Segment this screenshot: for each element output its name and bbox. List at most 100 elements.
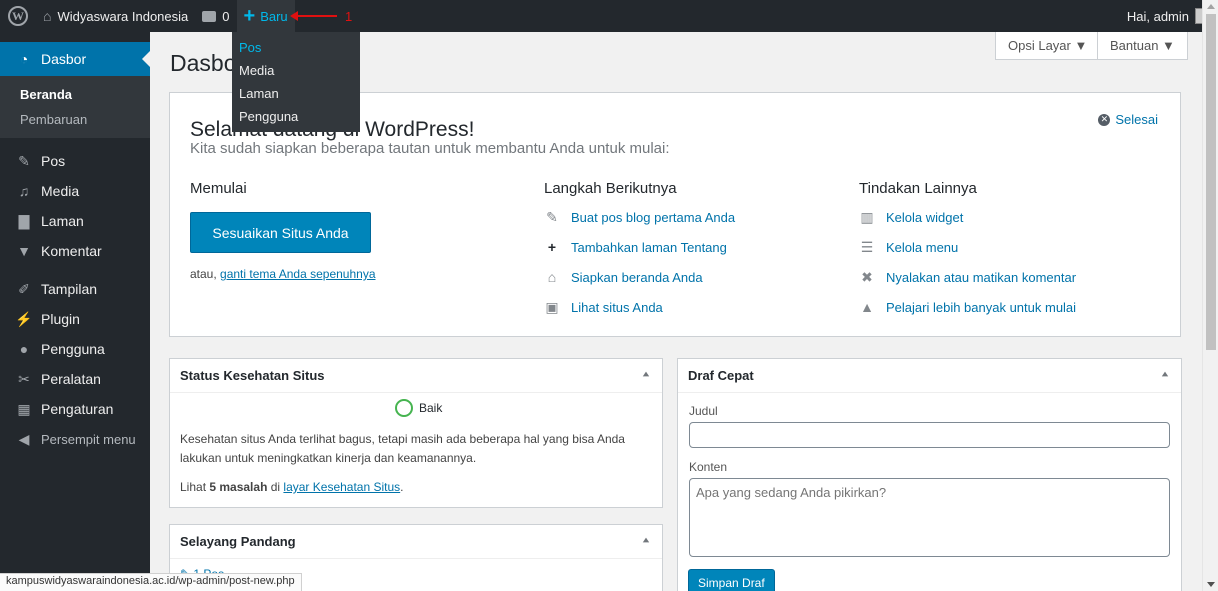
sidebar-item-dashboard[interactable]: ◔ Dasbor (0, 42, 150, 76)
view-site-link[interactable]: ▣ Lihat situs Anda (544, 299, 662, 316)
add-about-page-link[interactable]: + Tambahkan laman Tentang (544, 239, 727, 255)
help-button[interactable]: Bantuan ▼ (1097, 32, 1188, 60)
collapse-toggle-icon[interactable] (1161, 371, 1169, 377)
save-draft-button[interactable]: Simpan Draf (688, 569, 775, 591)
widget-title: Status Kesehatan Situs (180, 368, 325, 383)
sidebar-item-appearance[interactable]: ✐ Tampilan (0, 274, 150, 304)
sidebar-item-label: Tampilan (41, 281, 98, 297)
widgets-icon: ▥ (860, 209, 874, 225)
sidebar-item-label: Komentar (41, 243, 102, 259)
collapse-menu-label: Persempit menu (41, 431, 136, 447)
user-icon: ● (19, 341, 29, 357)
sidebar-item-settings[interactable]: ▦ Pengaturan (0, 394, 150, 424)
manage-widgets-link[interactable]: ▥ Kelola widget (859, 209, 963, 226)
submenu-home[interactable]: Beranda (0, 82, 150, 107)
draft-title-input[interactable] (689, 422, 1170, 448)
collapse-arrow-icon: ◀ (18, 430, 30, 447)
comments-menu[interactable]: 0 (195, 0, 236, 32)
comments-toggle-icon: ✖ (861, 269, 873, 285)
greeting: Hai, admin (1126, 8, 1189, 24)
sidebar-item-media[interactable]: ♫ Media (0, 176, 150, 206)
page-scrollbar[interactable] (1202, 0, 1218, 591)
comment-icon: ▼ (17, 243, 31, 259)
health-issues-text: Lihat 5 masalah di layar Kesehatan Situs… (180, 480, 404, 494)
new-content-label: Baru (260, 8, 288, 24)
sidebar-item-users[interactable]: ● Pengguna (0, 334, 150, 364)
learn-icon: ▲ (860, 299, 874, 315)
collapse-toggle-icon[interactable] (642, 371, 650, 377)
customize-site-button[interactable]: Sesuaikan Situs Anda (190, 212, 371, 253)
site-name-menu[interactable]: ⌂ Widyaswara Indonesia (36, 0, 195, 32)
settings-icon: ▦ (17, 400, 31, 417)
change-theme-link[interactable]: ganti tema Anda sepenuhnya (220, 267, 375, 281)
new-user-menu-item[interactable]: Pengguna (232, 105, 360, 128)
edit-icon: ✎ (546, 209, 558, 225)
collapse-toggle-icon[interactable] (642, 537, 650, 543)
new-page-menu-item[interactable]: Laman (232, 82, 360, 105)
change-theme-text: atau, ganti tema Anda sepenuhnya (190, 267, 376, 281)
sidebar-item-comments[interactable]: ▼ Komentar (0, 236, 150, 266)
setup-homepage-link[interactable]: ⌂ Siapkan beranda Anda (544, 269, 703, 285)
sidebar-item-label: Pos (41, 153, 66, 169)
comment-bubble-icon (202, 10, 217, 22)
dashboard-icon: ◔ (19, 51, 29, 67)
write-post-link[interactable]: ✎ Buat pos blog pertama Anda (544, 209, 735, 226)
submenu-updates[interactable]: Pembaruan (0, 107, 150, 132)
quick-draft-widget: Draf Cepat Judul Konten Simpan Draf (677, 358, 1182, 591)
view-site-icon: ▣ (545, 299, 559, 315)
next-steps-heading: Langkah Berikutnya (544, 180, 677, 197)
widget-header[interactable]: Selayang Pandang (170, 525, 662, 559)
site-name: Widyaswara Indonesia (57, 8, 189, 24)
title-label: Judul (689, 404, 718, 418)
manage-menus-link[interactable]: ☰ Kelola menu (859, 239, 959, 256)
health-status-label: Baik (419, 401, 443, 415)
sidebar-item-label: Media (41, 183, 80, 199)
sidebar-item-label: Plugin (41, 311, 80, 327)
annotation-number-1: 1 (345, 9, 353, 24)
get-started-heading: Memulai (190, 180, 247, 197)
scroll-up-arrow-icon[interactable] (1207, 4, 1215, 9)
site-health-link[interactable]: layar Kesehatan Situs (283, 480, 400, 494)
wordpress-logo-menu[interactable]: W (0, 0, 36, 32)
scrollbar-thumb[interactable] (1206, 14, 1216, 350)
collapse-menu-button[interactable]: ◀ Persempit menu (0, 424, 150, 454)
sidebar-item-label: Pengaturan (41, 401, 114, 417)
browser-status-url: kampuswidyaswaraindonesia.ac.id/wp-admin… (0, 573, 302, 591)
home-icon: ⌂ (547, 269, 557, 285)
learn-more-link[interactable]: ▲ Pelajari lebih banyak untuk mulai (859, 299, 1076, 315)
sidebar-item-plugins[interactable]: ⚡ Plugin (0, 304, 150, 334)
health-description: Kesehatan situs Anda terlihat bagus, tet… (180, 432, 625, 465)
plus-icon: + (243, 5, 256, 27)
health-status-circle-icon (395, 399, 413, 417)
widget-header[interactable]: Status Kesehatan Situs (170, 359, 662, 393)
new-post-menu-item[interactable]: Pos (232, 36, 360, 59)
media-icon: ♫ (18, 183, 30, 199)
sidebar-item-tools[interactable]: ✂ Peralatan (0, 364, 150, 394)
menu-icon: ☰ (860, 239, 874, 255)
sidebar-item-label: Dasbor (41, 51, 87, 67)
scroll-down-arrow-icon[interactable] (1207, 582, 1215, 587)
sidebar-item-pages[interactable]: ▇ Laman (0, 206, 150, 236)
toggle-comments-link[interactable]: ✖ Nyalakan atau matikan komentar (859, 269, 1076, 286)
plus-icon: + (547, 239, 557, 255)
admin-sidebar: ◔ Dasbor Beranda Pembaruan ✎ Pos ♫ Media ▇… (0, 32, 150, 591)
plugin-icon: ⚡ (15, 310, 33, 327)
widget-header[interactable]: Draf Cepat (678, 359, 1181, 393)
dismiss-welcome-link[interactable]: ✕ Selesai (1098, 112, 1158, 127)
screen-options-button[interactable]: Opsi Layar ▼ (995, 32, 1101, 60)
wordpress-logo-icon: W (8, 6, 28, 26)
admin-bar: W ⌂ Widyaswara Indonesia 0 + Baru Hai, a… (0, 0, 1218, 32)
brush-icon: ✐ (18, 280, 30, 297)
page-icon: ▇ (18, 212, 30, 229)
sidebar-item-label: Pengguna (41, 341, 105, 357)
sidebar-item-label: Peralatan (41, 371, 101, 387)
new-media-menu-item[interactable]: Media (232, 59, 360, 82)
site-health-widget: Status Kesehatan Situs Baik Kesehatan si… (169, 358, 663, 508)
pin-icon: ✎ (18, 152, 30, 169)
dismiss-label: Selesai (1115, 112, 1158, 127)
sidebar-item-posts[interactable]: ✎ Pos (0, 146, 150, 176)
draft-content-textarea[interactable] (689, 478, 1170, 557)
new-content-menu[interactable]: + Baru (236, 0, 295, 32)
dashboard-submenu: Beranda Pembaruan (0, 76, 150, 138)
wrench-icon: ✂ (18, 370, 30, 387)
